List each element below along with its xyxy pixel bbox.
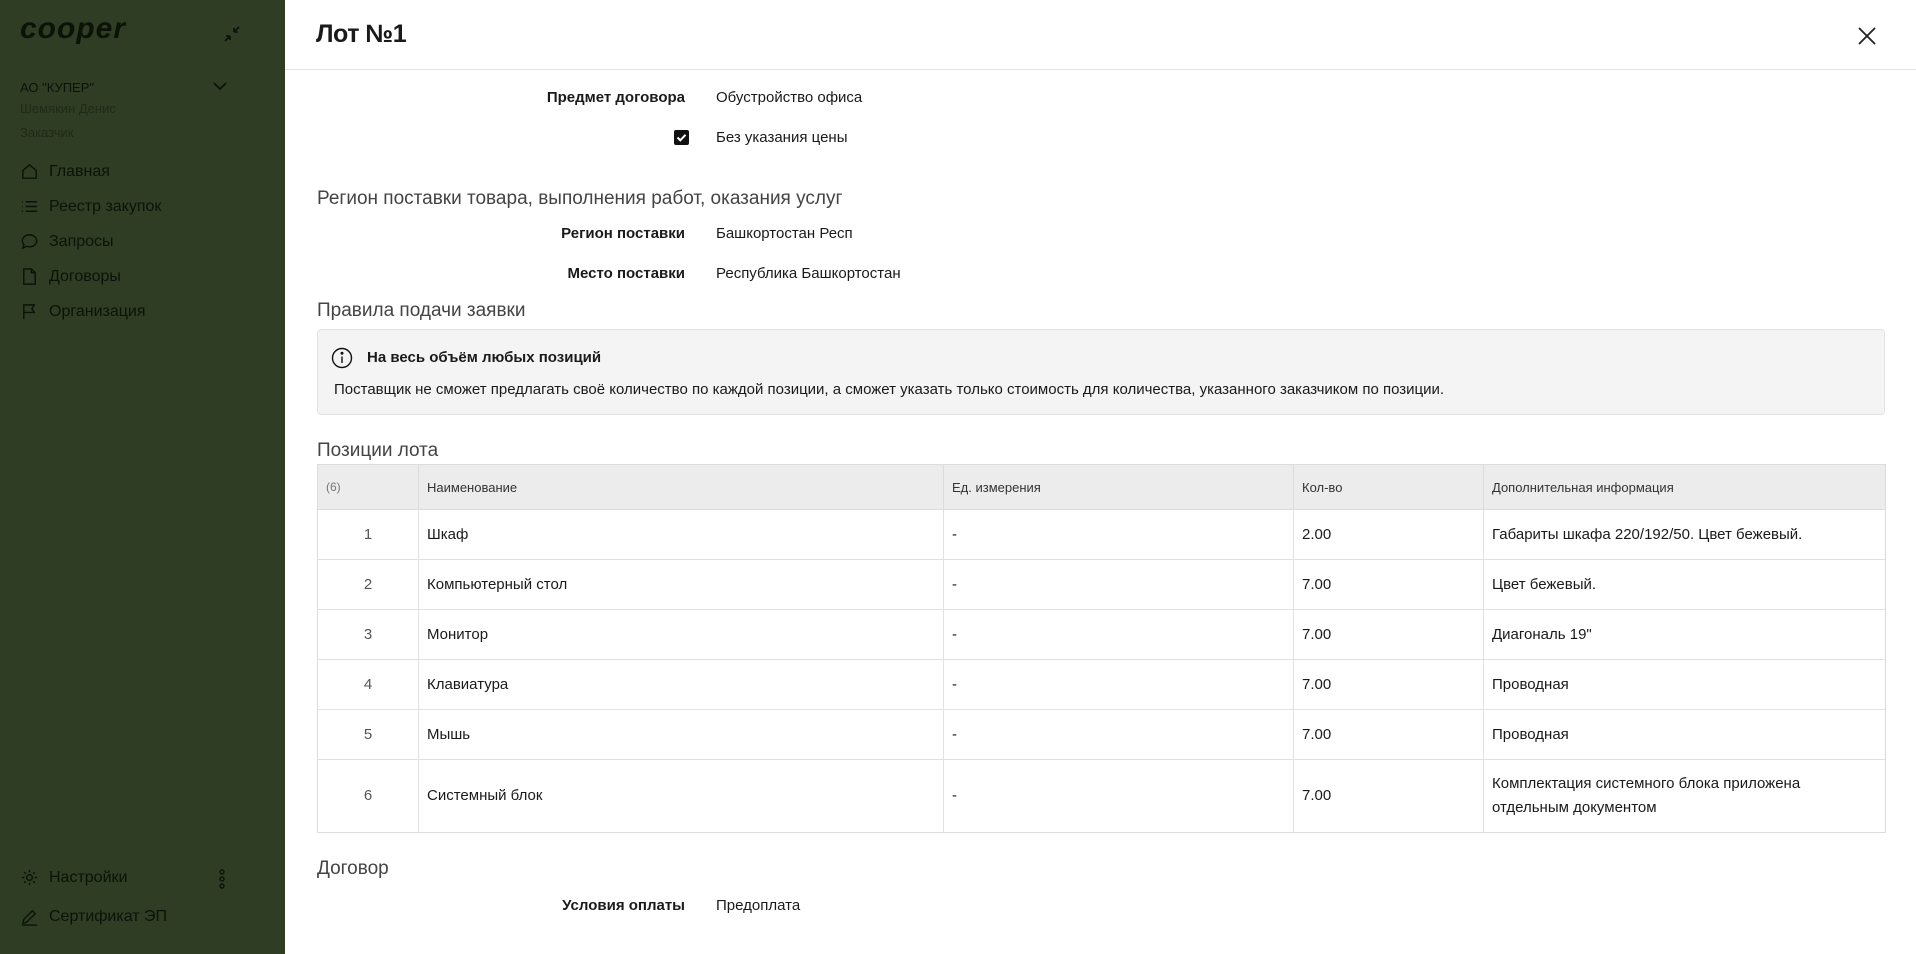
- cell-unit: -: [944, 710, 1294, 759]
- cell-info: Диагональ 19": [1492, 625, 1592, 643]
- logo[interactable]: cooper: [20, 12, 126, 46]
- flag-icon: [23, 304, 36, 320]
- rules-info-box: На весь объём любых позиций Поставщик не…: [317, 329, 1885, 415]
- chevron-down-icon[interactable]: [212, 80, 228, 92]
- payment-label: Условия оплаты: [562, 897, 685, 914]
- cell-info: Проводная: [1492, 675, 1569, 693]
- cell-unit: -: [944, 760, 1294, 832]
- main-nav: Главная Реестр закупок Запросы Договоры …: [20, 154, 161, 329]
- row-number: 3: [318, 610, 419, 659]
- cell-unit: -: [944, 560, 1294, 609]
- gear-icon: [21, 869, 38, 886]
- rules-title: На весь объём любых позиций: [367, 349, 602, 366]
- nav-item-home[interactable]: Главная: [20, 154, 161, 189]
- table-row[interactable]: 3 Монитор - 7.00 Диагональ 19": [318, 610, 1885, 660]
- cell-quantity: 7.00: [1294, 710, 1484, 759]
- cell-name: Клавиатура: [419, 660, 944, 709]
- table-row[interactable]: 4 Клавиатура - 7.00 Проводная: [318, 660, 1885, 710]
- region-label: Регион поставки: [561, 225, 685, 242]
- cell-info: Цвет бежевый.: [1492, 575, 1597, 593]
- nav-label: Настройки: [49, 868, 128, 886]
- row-number: 1: [318, 510, 419, 559]
- user-role: Заказчик: [20, 125, 74, 140]
- cell-quantity: 7.00: [1294, 760, 1484, 832]
- cell-quantity: 2.00: [1294, 510, 1484, 559]
- payment-value: Предоплата: [716, 897, 801, 914]
- collapse-icon[interactable]: [222, 24, 242, 44]
- cell-quantity: 7.00: [1294, 560, 1484, 609]
- cell-name: Системный блок: [419, 760, 944, 832]
- nav-label: Главная: [49, 162, 110, 180]
- info-icon: [331, 347, 353, 369]
- positions-section-title: Позиции лота: [317, 440, 439, 461]
- cell-name: Компьютерный стол: [419, 560, 944, 609]
- column-header-info[interactable]: Дополнительная информация: [1484, 465, 1883, 509]
- row-number: 2: [318, 560, 419, 609]
- place-label: Место поставки: [567, 265, 685, 282]
- checkmark-icon: [676, 134, 687, 142]
- column-header-name[interactable]: Наименование: [419, 465, 944, 509]
- nav-item-registry[interactable]: Реестр закупок: [20, 189, 161, 224]
- nav-item-requests[interactable]: Запросы: [20, 224, 161, 259]
- row-number: 4: [318, 660, 419, 709]
- page-title: Лот №1: [316, 20, 407, 48]
- nav-item-contracts[interactable]: Договоры: [20, 259, 161, 294]
- org-name[interactable]: АО "КУПЕР": [20, 80, 94, 95]
- subject-label: Предмет договора: [546, 89, 685, 106]
- place-value: Республика Башкортостан: [716, 265, 901, 282]
- chat-icon: [21, 234, 38, 250]
- column-header-count[interactable]: (6): [318, 465, 419, 509]
- nav-label: Договоры: [49, 267, 121, 285]
- sidebar: cooper АО "КУПЕР" Шемякин Денис Заказчик…: [0, 0, 285, 954]
- table-row[interactable]: 5 Мышь - 7.00 Проводная: [318, 710, 1885, 760]
- region-value: Башкортостан Респ: [716, 225, 853, 242]
- lot-content: Предмет договора Обустройство офиса Без …: [285, 0, 1916, 954]
- cell-info: Габариты шкафа 220/192/50. Цвет бежевый.: [1492, 525, 1803, 543]
- lot-panel: Предмет договора Обустройство офиса Без …: [285, 0, 1916, 954]
- home-icon: [22, 163, 37, 179]
- cell-name: Шкаф: [419, 510, 944, 559]
- nav-label: Сертификат ЭП: [49, 907, 168, 925]
- panel-header: Лот №1: [285, 0, 1916, 70]
- nav-item-settings[interactable]: Настройки: [20, 858, 230, 897]
- positions-table: (6) Наименование Ед. измерения Кол-во До…: [317, 464, 1886, 833]
- user-name: Шемякин Денис: [20, 101, 116, 116]
- subject-value: Обустройство офиса: [716, 89, 863, 106]
- cell-quantity: 7.00: [1294, 660, 1484, 709]
- rules-text: Поставщик не сможет предлагать своё коли…: [334, 381, 1445, 398]
- nav-label: Реестр закупок: [49, 197, 162, 215]
- cell-name: Монитор: [419, 610, 944, 659]
- rules-section-title: Правила подачи заявки: [317, 300, 526, 321]
- row-number: 5: [318, 710, 419, 759]
- cell-quantity: 7.00: [1294, 610, 1484, 659]
- nav-item-certificate[interactable]: Сертификат ЭП: [20, 897, 230, 936]
- signature-icon: [21, 909, 38, 926]
- table-row[interactable]: 1 Шкаф - 2.00 Габариты шкафа 220/192/50.…: [318, 510, 1885, 560]
- contract-section-title: Договор: [317, 858, 389, 879]
- cell-unit: -: [944, 510, 1294, 559]
- close-icon[interactable]: [1855, 24, 1879, 48]
- no-price-checkbox[interactable]: [674, 130, 689, 145]
- document-icon: [23, 268, 36, 285]
- list-icon: [21, 201, 38, 212]
- cell-unit: -: [944, 660, 1294, 709]
- column-header-quantity[interactable]: Кол-во: [1294, 465, 1484, 509]
- more-vertical-icon[interactable]: [215, 868, 229, 890]
- column-header-unit[interactable]: Ед. измерения: [944, 465, 1294, 509]
- no-price-label[interactable]: Без указания цены: [716, 129, 847, 146]
- nav-item-organization[interactable]: Организация: [20, 294, 161, 329]
- cell-name: Мышь: [419, 710, 944, 759]
- nav-label: Организация: [49, 302, 146, 320]
- cell-info: Проводная: [1492, 725, 1569, 743]
- bottom-nav: Настройки Сертификат ЭП: [20, 858, 230, 936]
- cell-unit: -: [944, 610, 1294, 659]
- region-section-title: Регион поставки товара, выполнения работ…: [317, 188, 843, 209]
- cell-info: Комплектация системного блока приложена …: [1492, 775, 1801, 816]
- table-row[interactable]: 6 Системный блок - 7.00 Комплектация сис…: [318, 760, 1885, 832]
- table-header: (6) Наименование Ед. измерения Кол-во До…: [318, 465, 1885, 510]
- table-row[interactable]: 2 Компьютерный стол - 7.00 Цвет бежевый.: [318, 560, 1885, 610]
- nav-label: Запросы: [49, 232, 114, 250]
- row-number: 6: [318, 760, 419, 832]
